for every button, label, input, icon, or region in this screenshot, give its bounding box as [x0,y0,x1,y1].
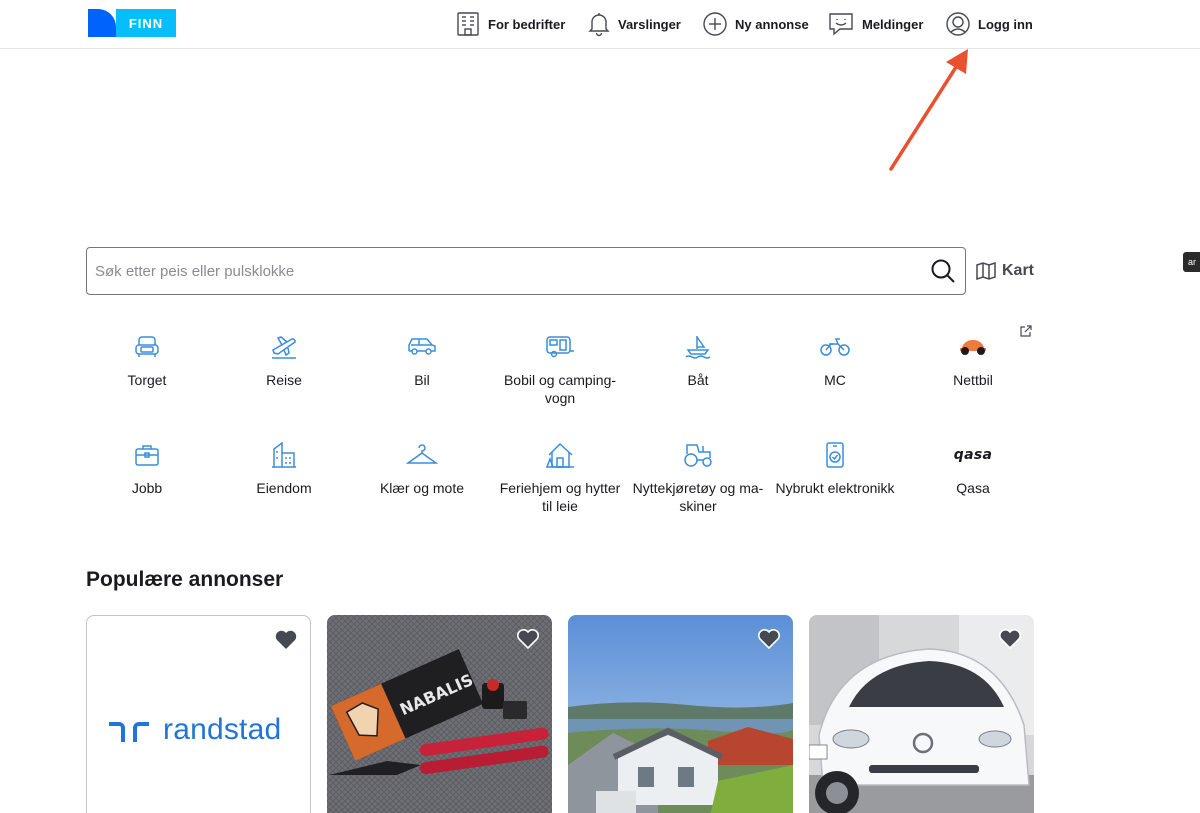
motorcycle-icon [820,338,850,356]
category-label: Jobb [131,480,163,496]
message-icon [829,13,853,36]
category-label: Eiendom [256,480,312,496]
category-label: Bil [414,372,430,388]
category-eiendom[interactable]: Eiendom [215,440,353,497]
caravan-icon [546,336,574,358]
ad-card-house[interactable] [568,615,793,813]
favorite-heart-icon[interactable] [998,627,1022,649]
search-icon [931,259,955,283]
tractor-icon [684,444,712,467]
annotation-arrow-icon [889,49,968,171]
category-label: Båt [687,372,709,388]
category-jobb[interactable]: Jobb [78,440,216,497]
top-header: FINN For bedrifter Varslinger Ny annonse [0,0,1200,49]
category-reise[interactable]: Reise [215,332,353,389]
nav-ny-annonse[interactable]: Ny annonse [703,0,809,48]
briefcase-icon [135,445,159,466]
plus-circle-icon [703,12,727,36]
buildings-icon [272,441,296,468]
nav-label: Ny annonse [735,16,809,32]
finn-logo[interactable]: FINN [88,9,176,37]
map-icon [976,262,996,280]
category-nettbil[interactable]: Nettbil [904,332,1042,389]
ad-card-randstad[interactable]: randstad [86,615,311,813]
category-label: Feriehjem og hytter til leie [499,480,621,514]
cabin-icon [546,442,574,468]
nav-label: For bedrifter [488,16,566,32]
nav-label: Logg inn [978,16,1033,32]
category-bat[interactable]: Båt [629,332,767,389]
brand-name: randstad [163,713,282,746]
favorite-heart-icon[interactable] [757,627,781,649]
category-label: Qasa [956,480,990,496]
qasa-logo-icon: qasa [953,447,993,463]
bell-icon [588,13,610,37]
ad-card-knife[interactable]: NABALIS [327,615,552,813]
search-box [86,247,966,295]
user-circle-icon [946,12,970,36]
nav-label: Varslinger [618,16,681,32]
category-label: MC [824,372,846,388]
category-bobil[interactable]: Bobil og camping-vogn [491,332,629,407]
map-label: Kart [1002,262,1035,279]
logo-mark [88,9,116,37]
map-link[interactable]: Kart [976,260,1034,282]
side-tab[interactable]: ar [1183,252,1200,272]
category-torget[interactable]: Torget [78,332,216,389]
category-feriehjem[interactable]: Feriehjem og hytter til leie [491,440,629,515]
nav-meldinger[interactable]: Meldinger [828,0,923,48]
plane-icon [272,336,296,359]
car-icon [408,338,436,355]
nav-for-bedrifter[interactable]: For bedrifter [456,0,565,48]
phone-check-icon [826,442,844,468]
ad-card-car[interactable] [809,615,1034,813]
nav-varslinger[interactable]: Varslinger [588,0,681,48]
category-qasa[interactable]: qasa Qasa [904,440,1042,497]
section-title: Populære annonser [86,568,284,591]
sofa-icon [135,336,159,357]
boat-icon [685,336,711,359]
randstad-logo-icon [109,722,149,742]
category-nybrukt-elektronikk[interactable]: Nybrukt elektronikk [766,440,904,497]
category-klaer[interactable]: Klær og mote [353,440,491,497]
building-icon [457,12,479,36]
hanger-icon [406,444,438,464]
category-label: Reise [266,372,302,388]
category-label: Klær og mote [379,480,465,496]
search-input[interactable] [87,248,921,294]
category-mc[interactable]: MC [766,332,904,389]
category-nyttekjoretoy[interactable]: Nyttekjøretøy og ma-skiner [629,440,767,515]
nav-label: Meldinger [862,16,924,32]
category-label: Torget [127,372,167,388]
category-label: Nybrukt elektronikk [775,480,895,496]
nettbil-logo-icon [960,340,986,355]
search-button[interactable] [921,249,965,293]
logo-text: FINN [116,9,176,37]
category-bil[interactable]: Bil [353,332,491,389]
favorite-heart-icon[interactable] [516,627,540,649]
category-label: Nyttekjøretøy og ma-skiner [632,480,764,514]
category-label: Nettbil [953,372,993,388]
category-label: Bobil og camping-vogn [503,372,617,406]
nav-logg-inn[interactable]: Logg inn [946,0,1033,48]
favorite-heart-icon[interactable] [274,628,298,650]
